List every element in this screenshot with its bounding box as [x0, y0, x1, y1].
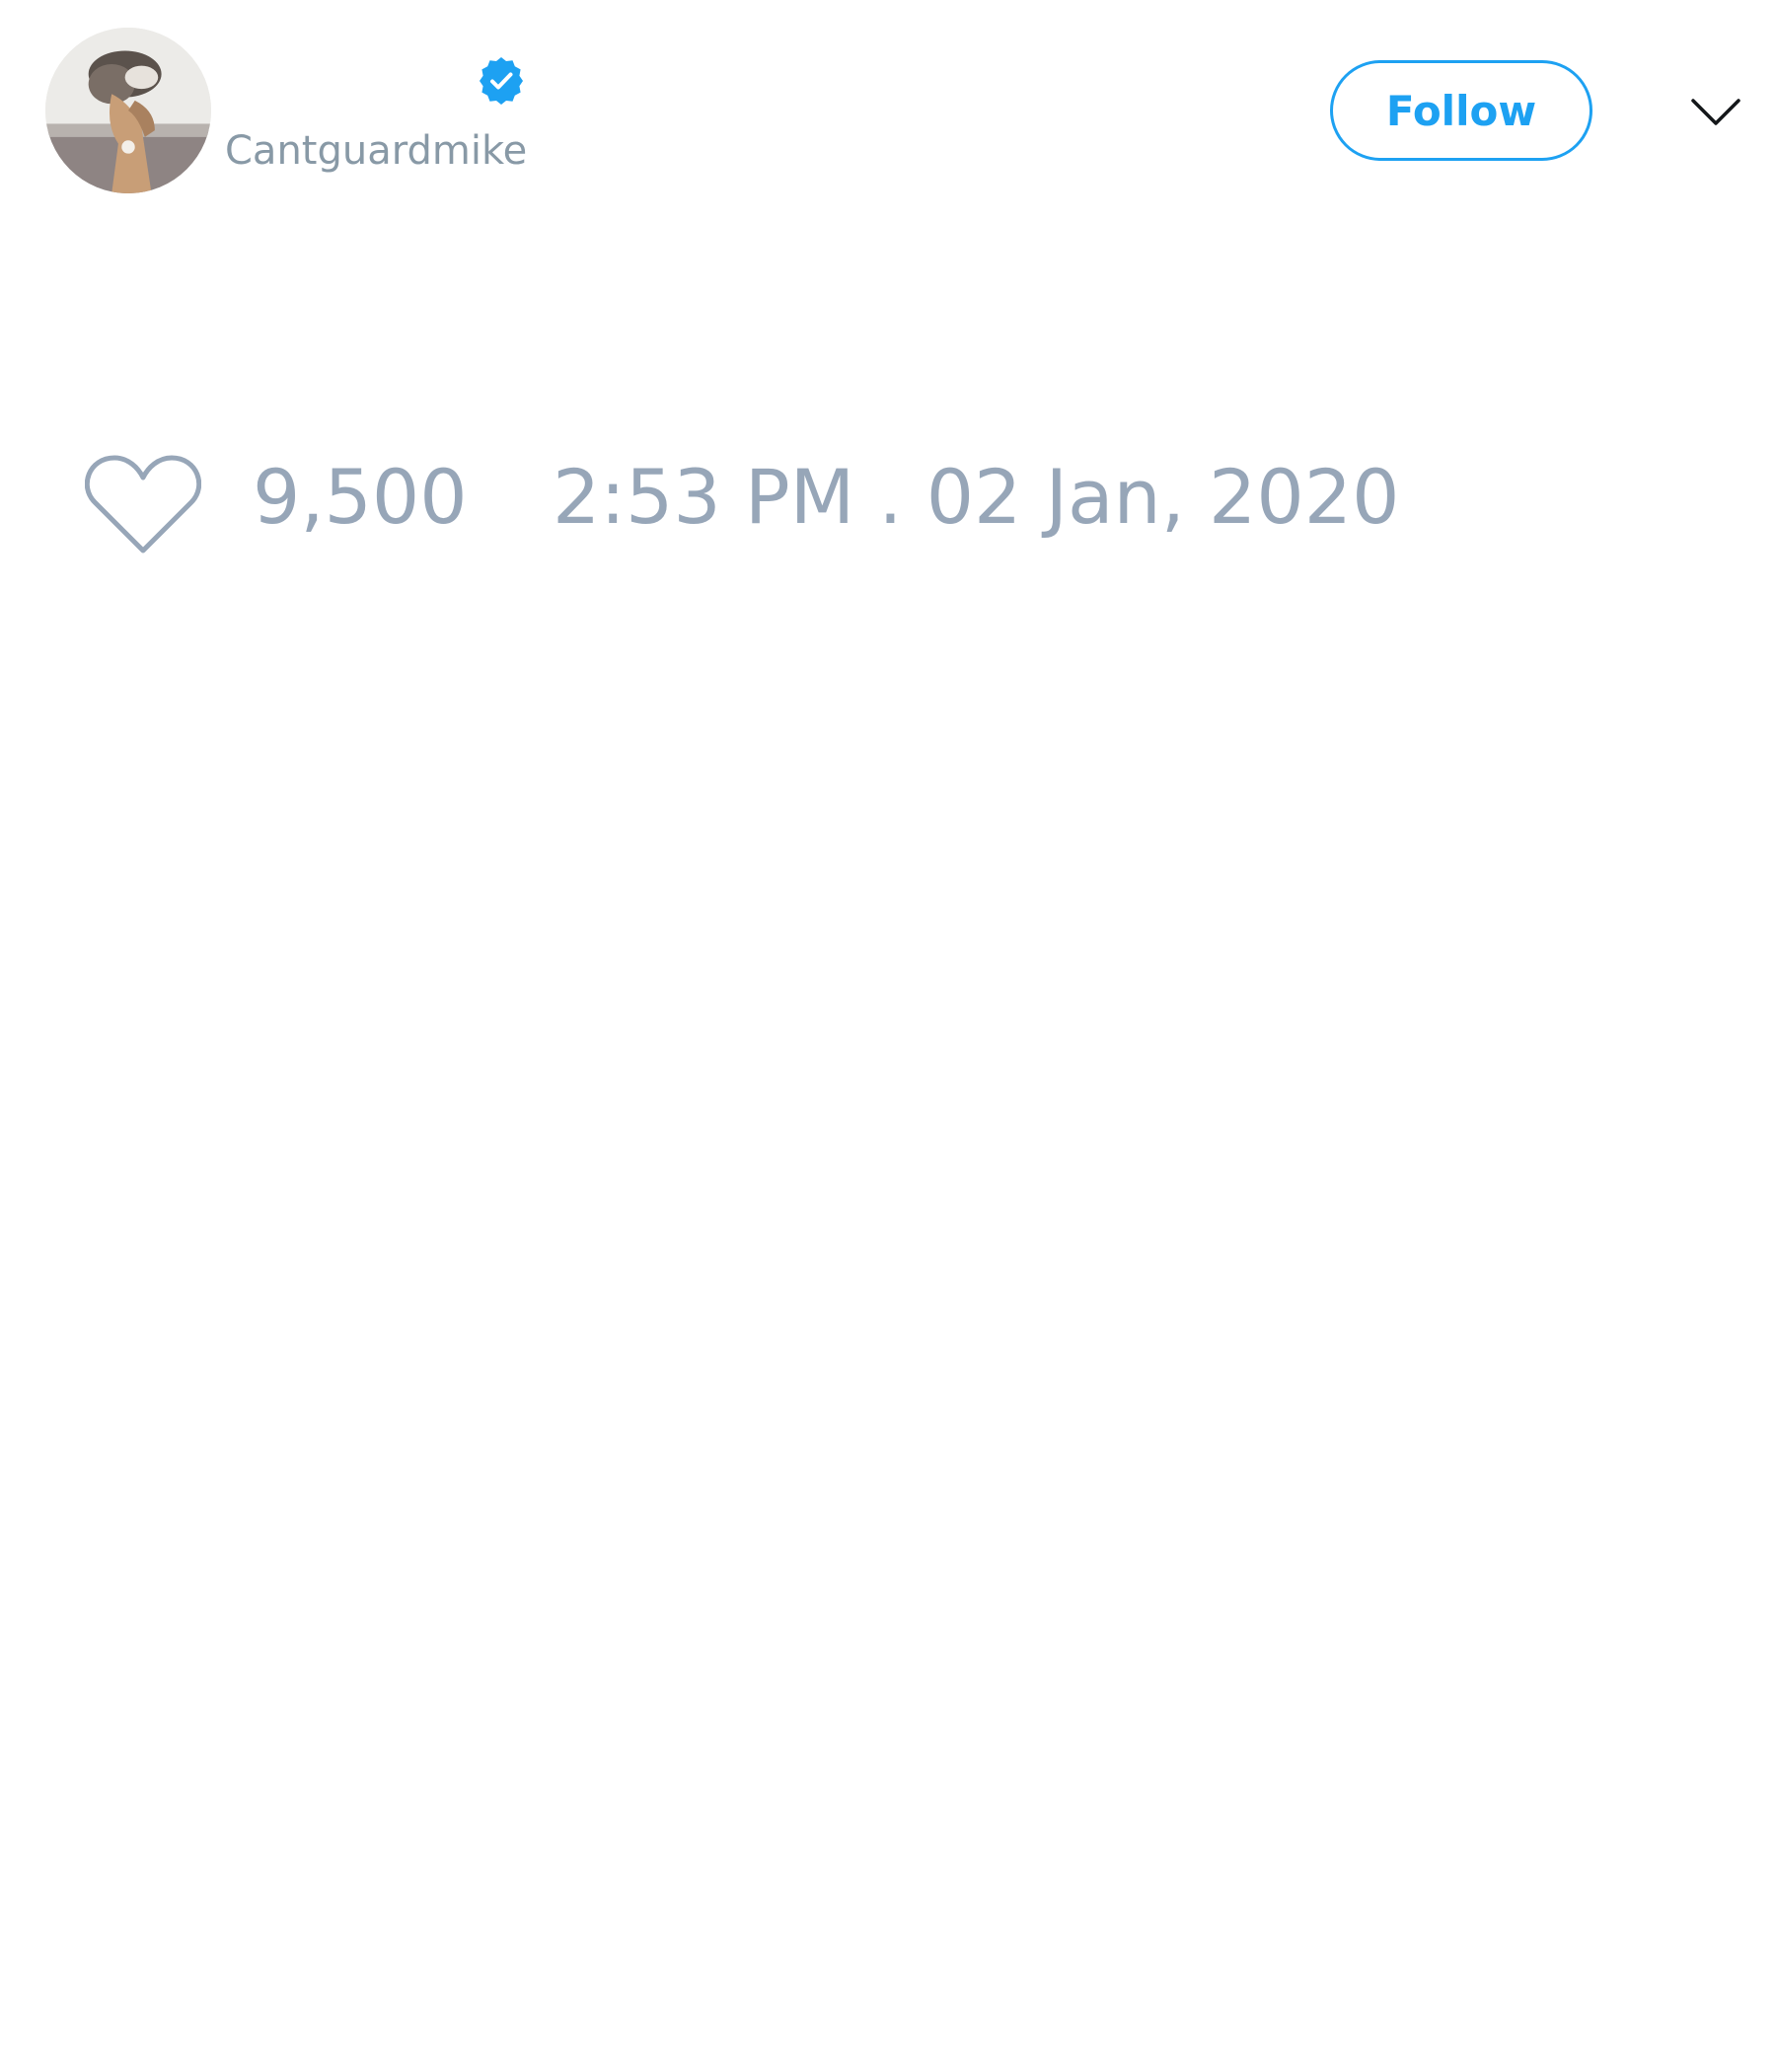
author-handle[interactable]: Cantguardmike [225, 126, 527, 176]
verified-badge-icon [480, 57, 523, 105]
tweet-header: Cantguardmike Follow [0, 0, 1776, 227]
heart-icon [84, 455, 202, 554]
tweet-timestamp[interactable]: 2:53 PM . 02 Jan, 2020 [553, 448, 1399, 547]
like-button[interactable] [84, 450, 202, 558]
avatar-photo [45, 28, 211, 193]
avatar[interactable] [45, 28, 211, 193]
more-menu-button[interactable] [1689, 85, 1742, 138]
follow-button[interactable]: Follow [1330, 60, 1592, 161]
like-count: 9,500 [253, 453, 468, 541]
chevron-down-icon [1691, 99, 1740, 125]
tweet-meta: 9,500 2:53 PM . 02 Jan, 2020 [0, 434, 1776, 562]
